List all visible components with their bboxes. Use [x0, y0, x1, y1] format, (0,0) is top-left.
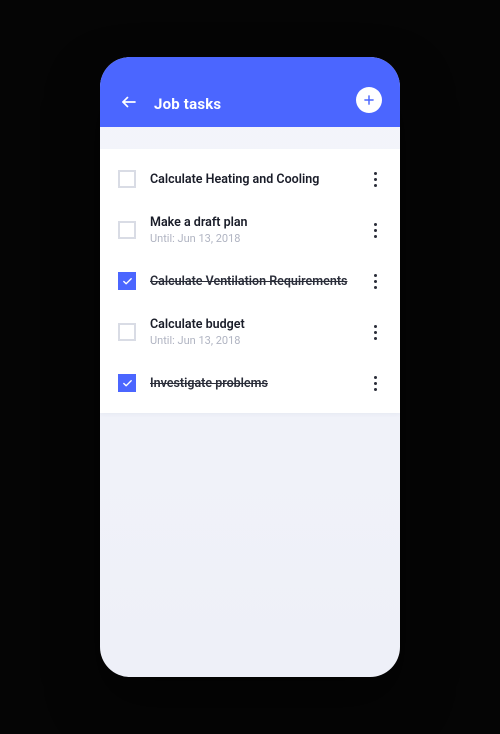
- task-label: Calculate Heating and Cooling: [150, 172, 352, 187]
- task-subtitle: Until: Jun 13, 2018: [150, 232, 352, 245]
- task-checkbox[interactable]: [118, 323, 136, 341]
- page-title: Job tasks: [154, 95, 342, 113]
- more-icon[interactable]: [366, 167, 384, 191]
- task-row: Calculate Ventilation Requirements: [100, 257, 400, 305]
- back-icon[interactable]: [118, 91, 140, 113]
- more-icon[interactable]: [366, 218, 384, 242]
- more-icon[interactable]: [366, 269, 384, 293]
- phone-frame: Job tasks Calculate Heating and Cooling …: [100, 57, 400, 677]
- task-checkbox[interactable]: [118, 170, 136, 188]
- app-header: Job tasks: [100, 57, 400, 127]
- task-subtitle: Until: Jun 13, 2018: [150, 334, 352, 347]
- task-row: Make a draft plan Until: Jun 13, 2018: [100, 203, 400, 257]
- task-text: Make a draft plan Until: Jun 13, 2018: [150, 215, 352, 245]
- task-checkbox[interactable]: [118, 272, 136, 290]
- task-text: Calculate budget Until: Jun 13, 2018: [150, 317, 352, 347]
- task-text: Calculate Ventilation Requirements: [150, 274, 352, 289]
- task-label: Investigate problems: [150, 376, 352, 391]
- task-row: Calculate Heating and Cooling: [100, 155, 400, 203]
- task-text: Calculate Heating and Cooling: [150, 172, 352, 187]
- add-task-button[interactable]: [356, 87, 382, 113]
- more-icon[interactable]: [366, 371, 384, 395]
- task-label: Calculate Ventilation Requirements: [150, 274, 352, 289]
- task-label: Make a draft plan: [150, 215, 352, 230]
- task-row: Calculate budget Until: Jun 13, 2018: [100, 305, 400, 359]
- task-row: Investigate problems: [100, 359, 400, 407]
- task-label: Calculate budget: [150, 317, 352, 332]
- more-icon[interactable]: [366, 320, 384, 344]
- task-text: Investigate problems: [150, 376, 352, 391]
- task-checkbox[interactable]: [118, 374, 136, 392]
- task-list: Calculate Heating and Cooling Make a dra…: [100, 149, 400, 413]
- task-checkbox[interactable]: [118, 221, 136, 239]
